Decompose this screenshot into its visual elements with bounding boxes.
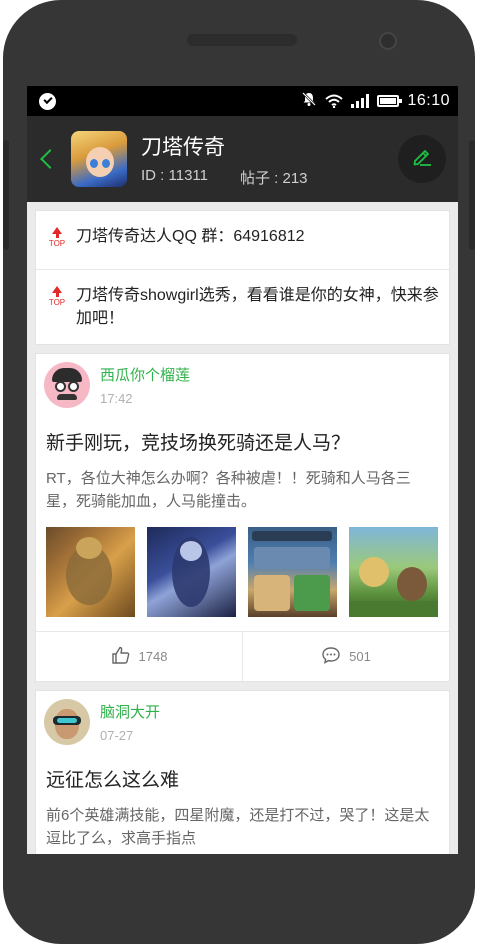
post-image[interactable] bbox=[248, 527, 337, 617]
username[interactable]: 脑洞大开 bbox=[100, 701, 160, 722]
phone-camera bbox=[379, 32, 397, 50]
avatar[interactable] bbox=[44, 699, 90, 745]
post-image[interactable] bbox=[147, 527, 236, 617]
pinned-item[interactable]: TOP 刀塔传奇达人QQ 群：64916812 bbox=[36, 211, 449, 269]
check-circle-icon bbox=[39, 92, 56, 110]
back-button[interactable] bbox=[27, 116, 67, 202]
post-body: 前6个英雄满技能，四星附魔，还是打不过，哭了！这是太逗比了么，求高手指点 bbox=[46, 807, 430, 847]
post-time: 07-27 bbox=[100, 728, 134, 743]
avatar[interactable] bbox=[44, 362, 90, 408]
phone-speaker bbox=[187, 34, 297, 46]
bell-off-icon bbox=[301, 91, 317, 111]
post-card[interactable]: 脑洞大开 07-27 远征怎么这么难 前6个英雄满技能，四星附魔，还是打不过，哭… bbox=[35, 690, 450, 854]
post-count: 帖子 : 213 bbox=[240, 169, 308, 187]
feed: TOP 刀塔传奇达人QQ 群：64916812 TOP 刀塔传奇showgirl… bbox=[27, 202, 458, 854]
app-screen: 16:10 刀塔传奇 ID : 11311 帖子 : 213 TOP 刀塔传奇达… bbox=[27, 86, 458, 854]
post-title: 远征怎么这么难 bbox=[46, 770, 180, 791]
top-badge-icon: TOP bbox=[46, 227, 68, 255]
post-title: 新手刚玩，竞技场换死骑还是人马？ bbox=[46, 433, 351, 454]
game-avatar bbox=[71, 131, 127, 187]
pinned-card: TOP 刀塔传奇达人QQ 群：64916812 TOP 刀塔传奇showgirl… bbox=[35, 210, 450, 345]
username[interactable]: 西瓜你个榴莲 bbox=[100, 364, 190, 385]
status-bar: 16:10 bbox=[27, 86, 458, 116]
wifi-icon bbox=[325, 94, 344, 109]
like-count: 1748 bbox=[138, 649, 168, 664]
pinned-text: 刀塔传奇showgirl选秀，看看谁是你的女神，快来参加吧！ bbox=[76, 287, 439, 327]
post-card[interactable]: 西瓜你个榴莲 17:42 新手刚玩，竞技场换死骑还是人马？ RT，各位大神怎么办… bbox=[35, 353, 450, 682]
top-badge-icon: TOP bbox=[46, 286, 68, 314]
comment-icon bbox=[321, 645, 341, 668]
phone-side-button-right bbox=[469, 140, 475, 250]
thumbs-up-icon bbox=[111, 645, 131, 668]
post-time: 17:42 bbox=[100, 391, 133, 406]
post-images bbox=[36, 513, 449, 631]
pencil-icon bbox=[411, 146, 433, 173]
battery-icon bbox=[377, 95, 403, 107]
post-image[interactable] bbox=[46, 527, 135, 617]
chevron-left-icon bbox=[40, 149, 60, 169]
game-header: 刀塔传奇 ID : 11311 帖子 : 213 bbox=[27, 116, 458, 202]
signal-icon bbox=[351, 94, 370, 108]
post-actions: 1748 501 bbox=[36, 631, 449, 681]
post-image[interactable] bbox=[349, 527, 438, 617]
pinned-item[interactable]: TOP 刀塔传奇showgirl选秀，看看谁是你的女神，快来参加吧！ bbox=[36, 269, 449, 344]
game-title: 刀塔传奇 bbox=[141, 135, 225, 159]
pinned-text: 刀塔传奇达人QQ 群：64916812 bbox=[76, 228, 305, 245]
status-time: 16:10 bbox=[407, 92, 450, 109]
comment-button[interactable]: 501 bbox=[242, 632, 449, 681]
post-body: RT，各位大神怎么办啊？各种被虐！！死骑和人马各三星，死骑能加血，人马能撞击。 bbox=[46, 470, 411, 510]
like-button[interactable]: 1748 bbox=[36, 632, 242, 681]
phone-side-button-left bbox=[3, 140, 9, 250]
compose-post-button[interactable] bbox=[398, 135, 446, 183]
game-id: ID : 11311 bbox=[141, 166, 208, 184]
comment-count: 501 bbox=[349, 649, 371, 664]
phone-frame: 16:10 刀塔传奇 ID : 11311 帖子 : 213 TOP 刀塔传奇达… bbox=[3, 0, 475, 944]
